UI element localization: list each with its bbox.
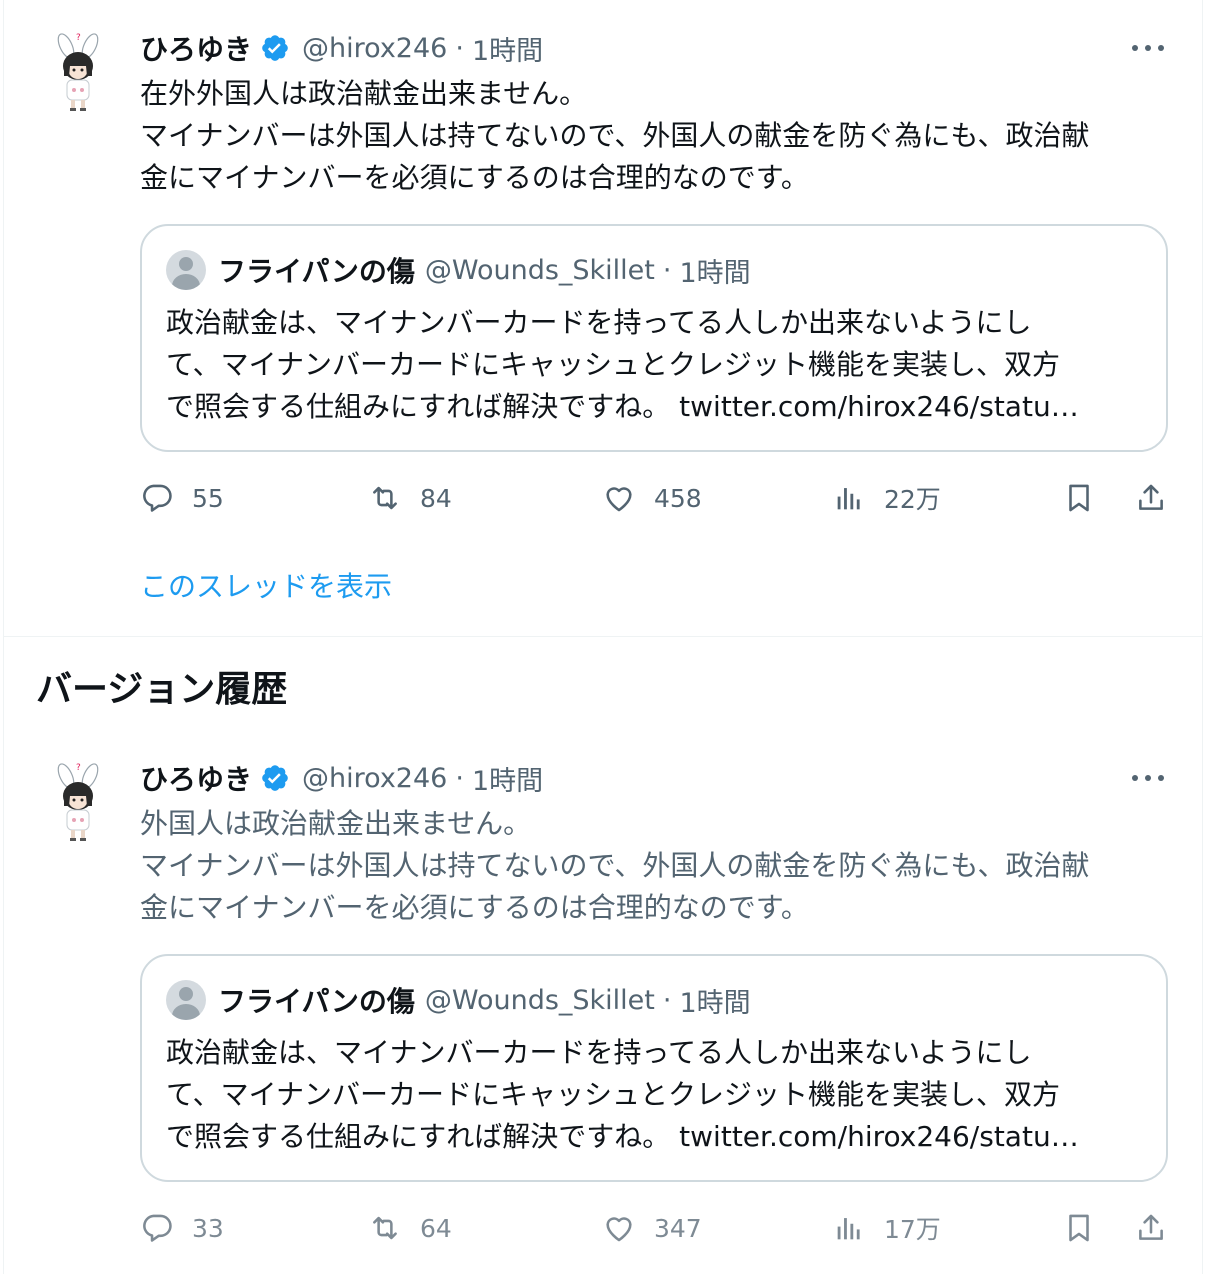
display-name[interactable]: ひろゆき bbox=[140, 28, 252, 68]
tweet-text-line: 外国人は政治献金出来ません。 bbox=[140, 807, 532, 840]
tweet-text: 在外外国人は政治献金出来ません。 マイナンバーは外国人は持てないので、外国人の献… bbox=[140, 73, 1180, 199]
quoted-timestamp: 1時間 bbox=[679, 257, 751, 289]
view-count: 17万 bbox=[884, 1215, 941, 1244]
more-options-icon[interactable] bbox=[1128, 766, 1168, 790]
section-divider bbox=[3, 636, 1203, 637]
quoted-tweet-header: フライパンの傷 @Wounds_Skillet · 1時間 bbox=[166, 980, 751, 1020]
tweet-text-line: 在外外国人は政治献金出来ません。 bbox=[140, 77, 588, 110]
quoted-display-name: フライパンの傷 bbox=[218, 255, 415, 288]
tweet-text-line: マイナンバーは外国人は持てないので、外国人の献金を防ぐ為にも、政治献 bbox=[140, 119, 1090, 152]
like-button[interactable]: 458 bbox=[602, 476, 702, 520]
more-options-icon[interactable] bbox=[1128, 36, 1168, 60]
reply-count: 33 bbox=[192, 1213, 224, 1243]
retweet-icon bbox=[368, 481, 402, 515]
quoted-tweet[interactable]: フライパンの傷 @Wounds_Skillet · 1時間 政治献金は、マイナン… bbox=[140, 224, 1168, 452]
retweet-button[interactable]: 84 bbox=[368, 476, 452, 520]
quoted-text-line: で照会する仕組みにすれば解決ですね。 twitter.com/hirox246/… bbox=[166, 390, 1079, 423]
like-icon bbox=[602, 1211, 636, 1245]
action-bar: 55 84 458 22万 bbox=[140, 476, 1170, 520]
retweet-count: 64 bbox=[420, 1213, 452, 1243]
quoted-tweet-header: フライパンの傷 @Wounds_Skillet · 1時間 bbox=[166, 250, 751, 290]
tweet-text-line: 金にマイナンバーを必須にするのは合理的なのです。 bbox=[140, 891, 809, 924]
tweet-text: 外国人は政治献金出来ません。 マイナンバーは外国人は持てないので、外国人の献金を… bbox=[140, 803, 1180, 929]
views-icon bbox=[832, 481, 866, 515]
quoted-timestamp: 1時間 bbox=[679, 987, 751, 1019]
version-history-title: バージョン履歴 bbox=[36, 669, 288, 710]
verified-badge-icon bbox=[260, 763, 290, 793]
reply-icon bbox=[140, 481, 174, 515]
tweet-version[interactable]: ひろゆき @hirox246 · 1時間 外国人は政治献金出来ません。 マイナン… bbox=[0, 730, 1216, 1274]
reply-icon bbox=[140, 1211, 174, 1245]
handle[interactable]: @hirox246 bbox=[302, 763, 447, 794]
quoted-display-name: フライパンの傷 bbox=[218, 985, 415, 1018]
like-button[interactable]: 347 bbox=[602, 1206, 702, 1250]
views-button[interactable]: 17万 bbox=[832, 1206, 941, 1250]
quoted-tweet[interactable]: フライパンの傷 @Wounds_Skillet · 1時間 政治献金は、マイナン… bbox=[140, 954, 1168, 1182]
quoted-avatar bbox=[166, 980, 206, 1020]
share-button[interactable] bbox=[1134, 476, 1168, 520]
quoted-text-line: て、マイナンバーカードにキャッシュとクレジット機能を実装し、双方 bbox=[166, 1078, 1061, 1111]
handle[interactable]: @hirox246 bbox=[302, 33, 447, 64]
reply-button[interactable]: 33 bbox=[140, 1206, 224, 1250]
like-icon bbox=[602, 481, 636, 515]
quoted-text-line: で照会する仕組みにすれば解決ですね。 twitter.com/hirox246/… bbox=[166, 1120, 1079, 1153]
display-name[interactable]: ひろゆき bbox=[140, 758, 252, 798]
bookmark-button[interactable] bbox=[1062, 1206, 1096, 1250]
tweet-text-line: マイナンバーは外国人は持てないので、外国人の献金を防ぐ為にも、政治献 bbox=[140, 849, 1090, 882]
reply-count: 55 bbox=[192, 483, 224, 513]
separator-dot: · bbox=[662, 984, 672, 1016]
tweet-current[interactable]: ひろゆき @hirox246 · 1時間 在外外国人は政治献金出来ません。 マイ… bbox=[0, 0, 1216, 636]
reply-button[interactable]: 55 bbox=[140, 476, 224, 520]
like-count: 458 bbox=[654, 483, 702, 513]
timestamp[interactable]: 1時間 bbox=[472, 29, 543, 68]
retweet-count: 84 bbox=[420, 483, 452, 513]
separator-dot: · bbox=[662, 254, 672, 286]
quoted-text-line: 政治献金は、マイナンバーカードを持ってる人しか出来ないようにし bbox=[166, 306, 1032, 339]
bookmark-icon bbox=[1062, 1211, 1096, 1245]
quoted-handle: @Wounds_Skillet bbox=[424, 254, 655, 286]
view-count: 22万 bbox=[884, 485, 941, 514]
share-button[interactable] bbox=[1134, 1206, 1168, 1250]
quoted-handle: @Wounds_Skillet bbox=[424, 984, 655, 1016]
tweet-header: ひろゆき @hirox246 · 1時間 bbox=[140, 28, 543, 68]
retweet-button[interactable]: 64 bbox=[368, 1206, 452, 1250]
views-icon bbox=[832, 1211, 866, 1245]
quoted-avatar bbox=[166, 250, 206, 290]
share-icon bbox=[1134, 1211, 1168, 1245]
avatar[interactable] bbox=[40, 760, 116, 844]
action-bar: 33 64 347 17万 bbox=[140, 1206, 1170, 1250]
quoted-tweet-text: 政治献金は、マイナンバーカードを持ってる人しか出来ないようにし て、マイナンバー… bbox=[166, 1032, 1156, 1158]
separator-dot: · bbox=[455, 32, 464, 64]
quoted-text-line: て、マイナンバーカードにキャッシュとクレジット機能を実装し、双方 bbox=[166, 348, 1061, 381]
views-button[interactable]: 22万 bbox=[832, 476, 941, 520]
quoted-tweet-text: 政治献金は、マイナンバーカードを持ってる人しか出来ないようにし て、マイナンバー… bbox=[166, 302, 1156, 428]
quoted-text-line: 政治献金は、マイナンバーカードを持ってる人しか出来ないようにし bbox=[166, 1036, 1032, 1069]
retweet-icon bbox=[368, 1211, 402, 1245]
timestamp[interactable]: 1時間 bbox=[472, 759, 543, 798]
tweet-header: ひろゆき @hirox246 · 1時間 bbox=[140, 758, 543, 798]
like-count: 347 bbox=[654, 1213, 702, 1243]
share-icon bbox=[1134, 481, 1168, 515]
bookmark-button[interactable] bbox=[1062, 476, 1096, 520]
bookmark-icon bbox=[1062, 481, 1096, 515]
avatar[interactable] bbox=[40, 30, 116, 114]
separator-dot: · bbox=[455, 762, 464, 794]
verified-badge-icon bbox=[260, 33, 290, 63]
show-thread-link[interactable]: このスレッドを表示 bbox=[140, 565, 392, 605]
tweet-text-line: 金にマイナンバーを必須にするのは合理的なのです。 bbox=[140, 161, 809, 194]
